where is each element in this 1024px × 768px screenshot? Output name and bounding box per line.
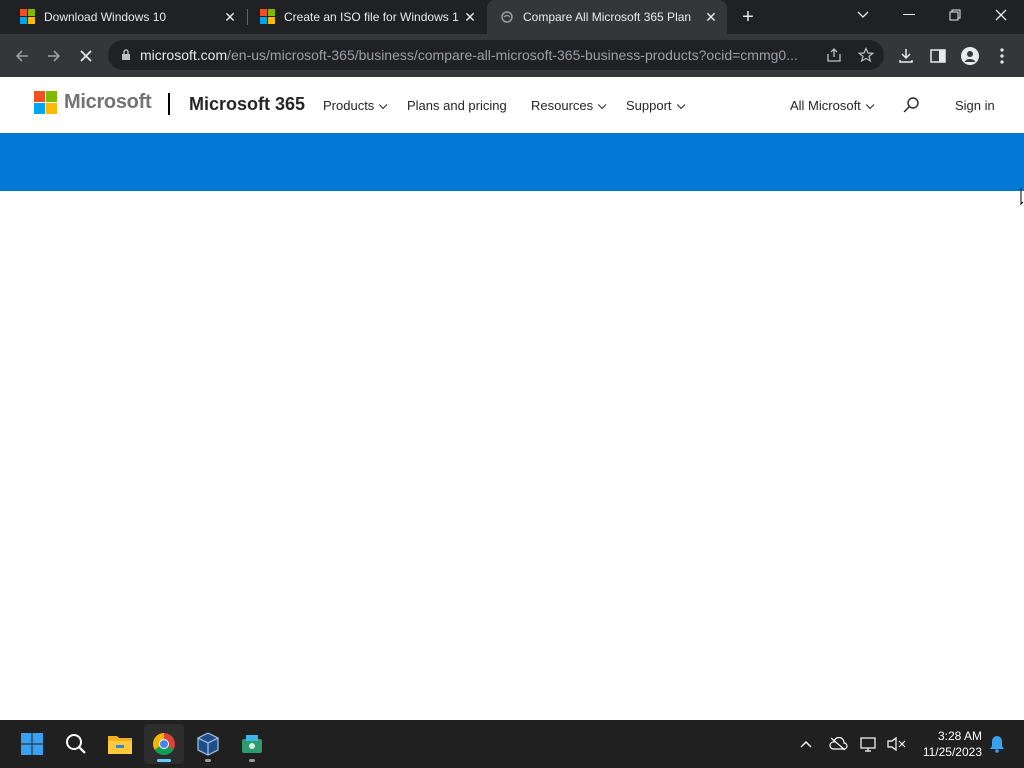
tab-title: Create an ISO file for Windows 1: [284, 10, 459, 24]
nav-resources-label: Resources: [531, 98, 594, 113]
virtualbox-icon: [197, 732, 219, 756]
close-window-button[interactable]: [978, 0, 1024, 30]
tab-title: Compare All Microsoft 365 Plan: [523, 10, 692, 24]
clock-time: 3:28 AM: [937, 729, 982, 743]
nav-all-microsoft-label: All Microsoft: [790, 98, 861, 113]
menu-kebab-icon[interactable]: [990, 44, 1014, 68]
close-tab-icon[interactable]: ✕: [460, 7, 480, 27]
site-header: Microsoft Microsoft 365 Products Plans a…: [0, 77, 1024, 133]
hero-banner: [0, 133, 1024, 191]
tab-create-iso[interactable]: Create an ISO file for Windows 1 ✕: [248, 0, 486, 34]
active-indicator: [157, 759, 171, 762]
virtualbox-button[interactable]: [188, 724, 228, 764]
nav-plans-and-pricing[interactable]: Plans and pricing: [407, 98, 507, 113]
bookmark-star-icon[interactable]: [856, 47, 876, 63]
nav-products-label: Products: [323, 98, 375, 113]
back-button[interactable]: [8, 42, 36, 70]
brand-name: Microsoft: [64, 91, 152, 113]
chevron-down-icon: [865, 100, 875, 110]
chrome-taskbar-button[interactable]: [144, 724, 184, 764]
mouse-cursor-icon: [1020, 188, 1024, 206]
sign-in-link[interactable]: Sign in: [955, 98, 995, 113]
clock-date: 11/25/2023: [922, 745, 982, 759]
header-divider: [168, 93, 170, 115]
chevron-down-icon: [676, 100, 685, 110]
onedrive-offline-icon[interactable]: [826, 732, 850, 756]
running-indicator: [205, 759, 211, 762]
close-tab-icon[interactable]: ✕: [701, 7, 721, 27]
system-clock[interactable]: 3:28 AM 11/25/2023: [914, 728, 982, 760]
new-tab-button[interactable]: +: [736, 5, 760, 29]
tab-compare-microsoft-365[interactable]: Compare All Microsoft 365 Plan ✕: [487, 0, 727, 34]
minimize-button[interactable]: [886, 0, 932, 30]
restore-button[interactable]: [932, 0, 978, 30]
sign-in-label: Sign in: [955, 98, 995, 113]
microsoft-logo[interactable]: Microsoft: [34, 91, 152, 114]
address-bar[interactable]: microsoft.com/en-us/microsoft-365/busine…: [108, 40, 884, 70]
microsoft-logo-icon: [260, 9, 276, 25]
start-button[interactable]: [12, 724, 52, 764]
side-panel-icon[interactable]: [926, 44, 950, 68]
nav-all-microsoft[interactable]: All Microsoft: [790, 98, 875, 113]
chevron-down-icon: [379, 100, 388, 110]
product-title[interactable]: Microsoft 365: [189, 94, 305, 115]
volume-muted-icon[interactable]: [884, 732, 908, 756]
microsoft-logo-icon: [34, 91, 57, 114]
tab-search-chevron-icon[interactable]: [840, 0, 886, 30]
forward-button[interactable]: [40, 42, 68, 70]
file-explorer-button[interactable]: [100, 724, 140, 764]
url-text: microsoft.com/en-us/microsoft-365/busine…: [140, 47, 810, 63]
search-icon: [66, 734, 86, 754]
app-taskbar-button[interactable]: [232, 724, 272, 764]
windows-logo-icon: [21, 733, 43, 755]
loading-globe-icon: [499, 9, 515, 25]
show-hidden-icons-chevron-up-icon[interactable]: [794, 732, 818, 756]
running-indicator: [249, 759, 255, 762]
nav-plans-label: Plans and pricing: [407, 98, 507, 113]
search-icon[interactable]: [902, 96, 920, 114]
nav-support[interactable]: Support: [626, 98, 685, 113]
browser-chrome: Download Windows 10 ✕ Create an ISO file…: [0, 0, 1024, 77]
network-icon[interactable]: [857, 732, 881, 756]
nav-products[interactable]: Products: [323, 98, 388, 113]
taskbar-search-button[interactable]: [56, 724, 96, 764]
chevron-down-icon: [598, 100, 607, 110]
url-host: microsoft.com: [140, 47, 228, 63]
share-icon[interactable]: [824, 47, 844, 63]
profile-avatar-icon[interactable]: [958, 44, 982, 68]
close-tab-icon[interactable]: ✕: [220, 7, 240, 27]
microsoft-logo-icon: [20, 9, 36, 25]
chrome-icon: [153, 733, 175, 755]
app-icon: [242, 735, 262, 753]
lock-icon[interactable]: [112, 49, 140, 61]
download-icon[interactable]: [894, 44, 918, 68]
taskbar: 3:28 AM 11/25/2023: [0, 720, 1024, 768]
notification-bell-icon[interactable]: [985, 732, 1009, 756]
nav-resources[interactable]: Resources: [531, 98, 607, 113]
file-explorer-icon: [108, 736, 132, 754]
nav-support-label: Support: [626, 98, 672, 113]
tab-download-windows-10[interactable]: Download Windows 10 ✕: [8, 0, 246, 34]
tab-title: Download Windows 10: [44, 10, 167, 24]
tab-strip: Download Windows 10 ✕ Create an ISO file…: [0, 0, 1024, 34]
browser-toolbar: microsoft.com/en-us/microsoft-365/busine…: [0, 34, 1024, 77]
url-path: /en-us/microsoft-365/business/compare-al…: [227, 47, 798, 63]
stop-loading-button[interactable]: [72, 42, 100, 70]
